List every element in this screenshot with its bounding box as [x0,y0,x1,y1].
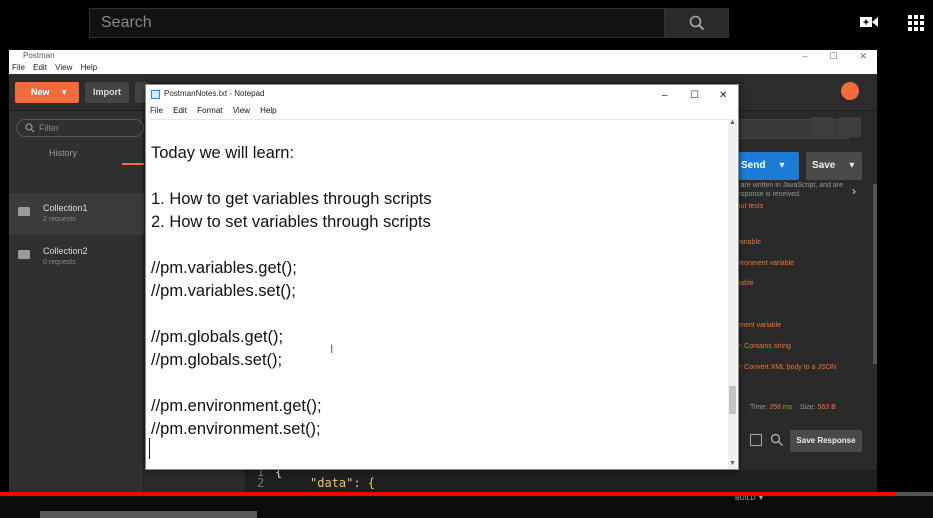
text-line: ​ [151,303,728,326]
folder-icon [18,207,30,216]
notepad-menu-format[interactable]: Format [197,106,222,115]
filter-input[interactable]: Filter [16,119,144,137]
collection-name: Collection2 [43,246,88,256]
text-line: //pm.environment.set(); [151,420,321,438]
text-line: //pm.globals.get(); [151,328,284,346]
snippets-intro: e response is received. [729,191,801,198]
text-line: //pm.environment.get(); [151,397,322,415]
collection-count: 2 requests [43,216,76,223]
notepad-menu-file[interactable]: File [150,106,163,115]
time-value: 258 ms [769,404,793,411]
youtube-search-input[interactable]: Search [89,8,665,38]
apps-grid-icon[interactable] [907,14,925,32]
postman-menu-edit[interactable]: Edit [33,63,47,72]
chevron-right-icon[interactable]: › [852,184,856,198]
send-label: Send [741,160,766,171]
notepad-icon [151,90,160,99]
save-button[interactable]: Save ▾ [806,152,862,180]
notepad-menu-view[interactable]: View [233,106,250,115]
import-button[interactable]: Import [85,82,129,103]
video-progress-played [0,492,896,496]
text-line: Today we will learn: [151,144,295,162]
chevron-down-icon: ▾ [779,160,785,171]
save-response-button[interactable]: Save Response [790,430,862,452]
text-line: //pm.variables.get(); [151,259,297,277]
close-icon[interactable]: ✕ [859,51,867,61]
postman-menu-file[interactable]: File [12,63,25,72]
postman-window-controls: – ☐ ✕ [780,50,867,62]
collection-item[interactable]: Collection2 0 requests [9,236,144,278]
chevron-down-icon: ▾ [62,87,67,97]
notepad-menu-help[interactable]: Help [260,106,276,115]
copy-icon[interactable] [750,434,762,446]
maximize-icon[interactable]: ☐ [829,51,837,61]
time-label: Time: [750,404,768,411]
scroll-up-icon[interactable]: ▲ [729,119,736,126]
notepad-scrollbar[interactable] [728,119,737,469]
notepad-scroll-thumb[interactable] [729,386,736,414]
postman-menubar: File Edit View Help [9,62,877,74]
code-line: "data": { [310,476,376,490]
scroll-down-icon[interactable]: ▼ [729,460,736,467]
search-icon [25,123,35,133]
size-label: Size: [799,404,816,411]
notepad-title: PostmanNotes.txt - Notepad [164,89,265,98]
text-line: //pm.variables.set(); [151,282,296,300]
search-icon [689,15,705,31]
tab-history[interactable]: History [49,148,77,158]
postman-menu-help[interactable]: Help [81,63,97,72]
size-value: 563 B [817,404,836,411]
new-button-label: New [31,87,50,97]
save-label: Save [812,160,836,171]
snippet-item[interactable]: ody: Convert XML body to a JSON [729,364,836,371]
eye-icon[interactable] [811,117,833,137]
text-caret [149,438,150,459]
text-line: ​ [151,372,728,395]
text-line: ​ [151,165,728,188]
send-button[interactable]: Send ▾ [729,152,799,180]
new-button[interactable]: New ▾ [15,82,79,103]
text-line: //pm.globals.set(); [151,351,283,369]
screen: Search Postman – ☐ ✕ File Edit View Help N… [0,0,933,518]
filter-placeholder: Filter [39,123,59,133]
taskbar-strip [40,511,257,518]
collection-count: 0 requests [43,259,76,266]
snippets-intro: ers are written in JavaScript, and are [729,182,843,189]
build-label[interactable]: BUILD ▼ [735,495,765,502]
folder-icon [18,250,30,259]
create-video-icon[interactable] [859,14,879,30]
collection-name: Collection1 [43,203,88,213]
search-icon[interactable] [770,433,784,447]
notepad-menu-edit[interactable]: Edit [173,106,187,115]
notepad-titlebar: PostmanNotes.txt - Notepad – ☐ ✕ [146,85,738,103]
youtube-header: Search [0,0,933,46]
youtube-search-button[interactable] [665,8,729,38]
notepad-window: PostmanNotes.txt - Notepad – ☐ ✕ File Ed… [145,84,739,470]
avatar[interactable] [841,82,859,100]
text-line: 2. How to set variables through scripts [151,213,431,231]
postman-titlebar: Postman – ☐ ✕ [9,50,877,62]
gear-icon[interactable] [839,117,861,137]
collection-item[interactable]: Collection1 2 requests [9,193,144,235]
notepad-text-area[interactable]: Today we will learn: ​ 1. How to get varia… [150,119,728,464]
text-line: ​ [151,234,728,257]
snippets-scrollbar[interactable] [873,184,877,364]
postman-sidebar: Filter History Collection1 2 requests Co… [9,111,144,512]
line-number: 2 [257,476,265,490]
ibeam-cursor-icon: I [330,342,334,356]
postman-title: Postman [23,51,55,60]
text-line: 1. How to get variables through scripts [151,190,432,208]
active-tab-indicator [122,163,144,165]
notepad-menubar: File Edit Format View Help [146,103,738,119]
response-meta: Time: 258 ms Size: 563 B [750,404,836,411]
postman-menu-view[interactable]: View [55,63,72,72]
chevron-down-icon: ▾ [849,160,855,171]
minimize-icon[interactable]: – [802,51,807,61]
